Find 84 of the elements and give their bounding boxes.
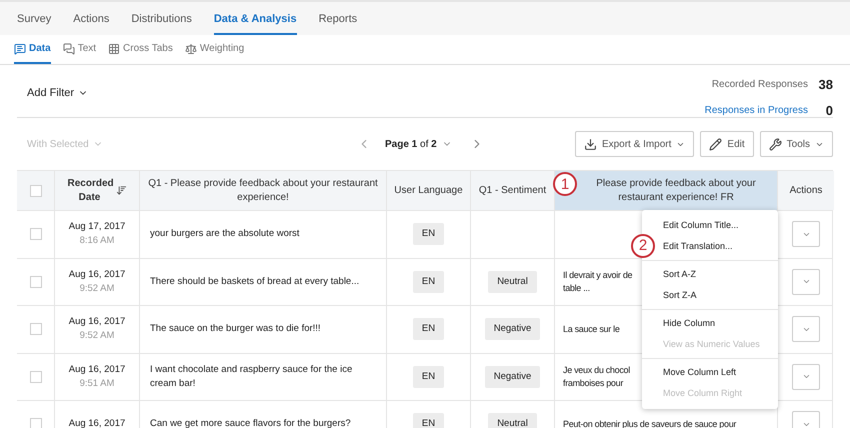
column-header[interactable]: Recorded Date [54,171,139,210]
speech-bubble-icon [14,42,26,54]
download-icon [584,138,597,150]
language-tag: EN [412,318,444,340]
sub-tab[interactable]: Weighting [184,41,244,64]
column-title: User Language [394,184,463,198]
nav-tab[interactable]: Distributions [131,10,192,35]
sentiment-tag: Neutral [488,270,537,293]
time-text: 9:51 AM [80,376,114,391]
menu-item[interactable]: Edit Column Title... [663,215,739,236]
column-header[interactable]: Actions [777,171,834,210]
row-actions-button[interactable] [792,316,820,342]
menu-item[interactable]: Sort A-Z [663,264,696,285]
row-actions-button[interactable] [792,268,820,295]
date-text: Aug 16, 2017 [68,315,126,329]
column-title: Actions [790,184,822,198]
checkbox[interactable] [30,184,42,196]
translation-text: Je veux du chocol [563,364,630,377]
date-text: Aug 16, 2017 [68,268,126,282]
language-tag: EN [412,270,444,293]
grid-icon [108,42,120,54]
translation-text: table ... [563,282,590,295]
translation-text: framboises pour [563,376,624,390]
time-text: 8:16 AM [80,234,114,248]
sentiment-tag: Neutral [488,413,537,428]
stat-value: 38 [818,76,833,94]
response-text: I want chocolate and raspberry sauce for the ice cream bar! [150,362,354,391]
wrench-icon [768,138,782,150]
column-header[interactable]: Please provide feedback about your restaurant experience! FR 1 [554,171,777,210]
checkbox[interactable] [30,370,42,383]
sub-tab[interactable]: Text [62,41,96,64]
row-actions-button[interactable] [792,221,820,248]
add-filter-button[interactable]: Add Filter [27,85,88,102]
responses-link[interactable]: Responses in Progress [704,102,808,118]
translation-text: Il devrait y avoir de [563,268,632,282]
column-header[interactable]: Q1 - Please provide feedback about your restaurant experience! [139,171,386,210]
nav-tab[interactable]: Reports [318,10,358,35]
response-text: your burgers are the absolute worst [150,227,300,242]
time-text: 9:52 AM [80,282,114,296]
callout-number: 2 [631,234,655,258]
menu-item[interactable]: Hide Column [663,313,716,334]
column-title: Q1 - Sentiment [478,184,546,198]
nav-tab[interactable]: Data & Analysis [214,10,297,35]
language-tag: EN [412,223,444,246]
checkbox[interactable] [30,323,42,336]
chat-bubbles-icon [62,42,75,54]
language-tag: EN [412,366,444,388]
callout-number: 1 [553,172,577,196]
checkbox[interactable] [30,276,42,288]
checkbox[interactable] [30,228,42,240]
menu-item[interactable]: Move Column Left [663,362,736,383]
row-actions-button[interactable] [792,364,820,390]
date-text: Aug 16, 2017 [68,362,126,376]
sub-tab[interactable]: Cross Tabs [108,41,173,64]
stat-label: Recorded Responses [712,78,808,92]
response-text: Can we get more sauce flavors for the burgers? [150,417,351,428]
column-title: Q1 - Please provide feedback about your restaurant experience! [147,176,379,204]
sentiment-tag: Negative [484,366,540,388]
date-text: Aug 16, 2017 [68,417,126,428]
language-tag: EN [412,413,444,428]
column-header[interactable]: User Language [386,171,470,210]
sort-icon[interactable] [116,185,126,196]
column-title: Recorded Date [68,176,112,204]
column-title: Please provide feedback about your restaurant experience! FR [595,176,757,204]
date-text: Aug 17, 2017 [68,220,126,234]
time-text: 9:52 AM [80,329,114,344]
menu-item[interactable]: Edit Translation... [663,236,733,257]
toolbar-button[interactable]: Export & Import [574,131,694,157]
menu-item[interactable]: Sort Z-A [663,285,697,306]
sentiment-tag: Negative [484,318,540,340]
nav-tab[interactable]: Actions [73,10,110,35]
column-header[interactable]: Q1 - Sentiment [470,171,554,210]
checkbox[interactable] [30,418,42,428]
nav-tab[interactable]: Survey [17,10,52,35]
page-selector[interactable]: Page 1 of 2 [385,136,437,152]
stat-value: 0 [824,102,833,120]
sub-tab[interactable]: Data [14,41,51,64]
response-text: The sauce on the burger was to die for!!! [150,322,321,336]
scale-icon [184,42,197,54]
translation-text: La sauce sur le [563,322,620,336]
toolbar-button[interactable]: Edit [700,131,754,157]
pencil-icon [709,138,722,150]
response-text: There should be baskets of bread at every table... [150,274,360,289]
toolbar-button[interactable]: Tools [760,131,833,157]
